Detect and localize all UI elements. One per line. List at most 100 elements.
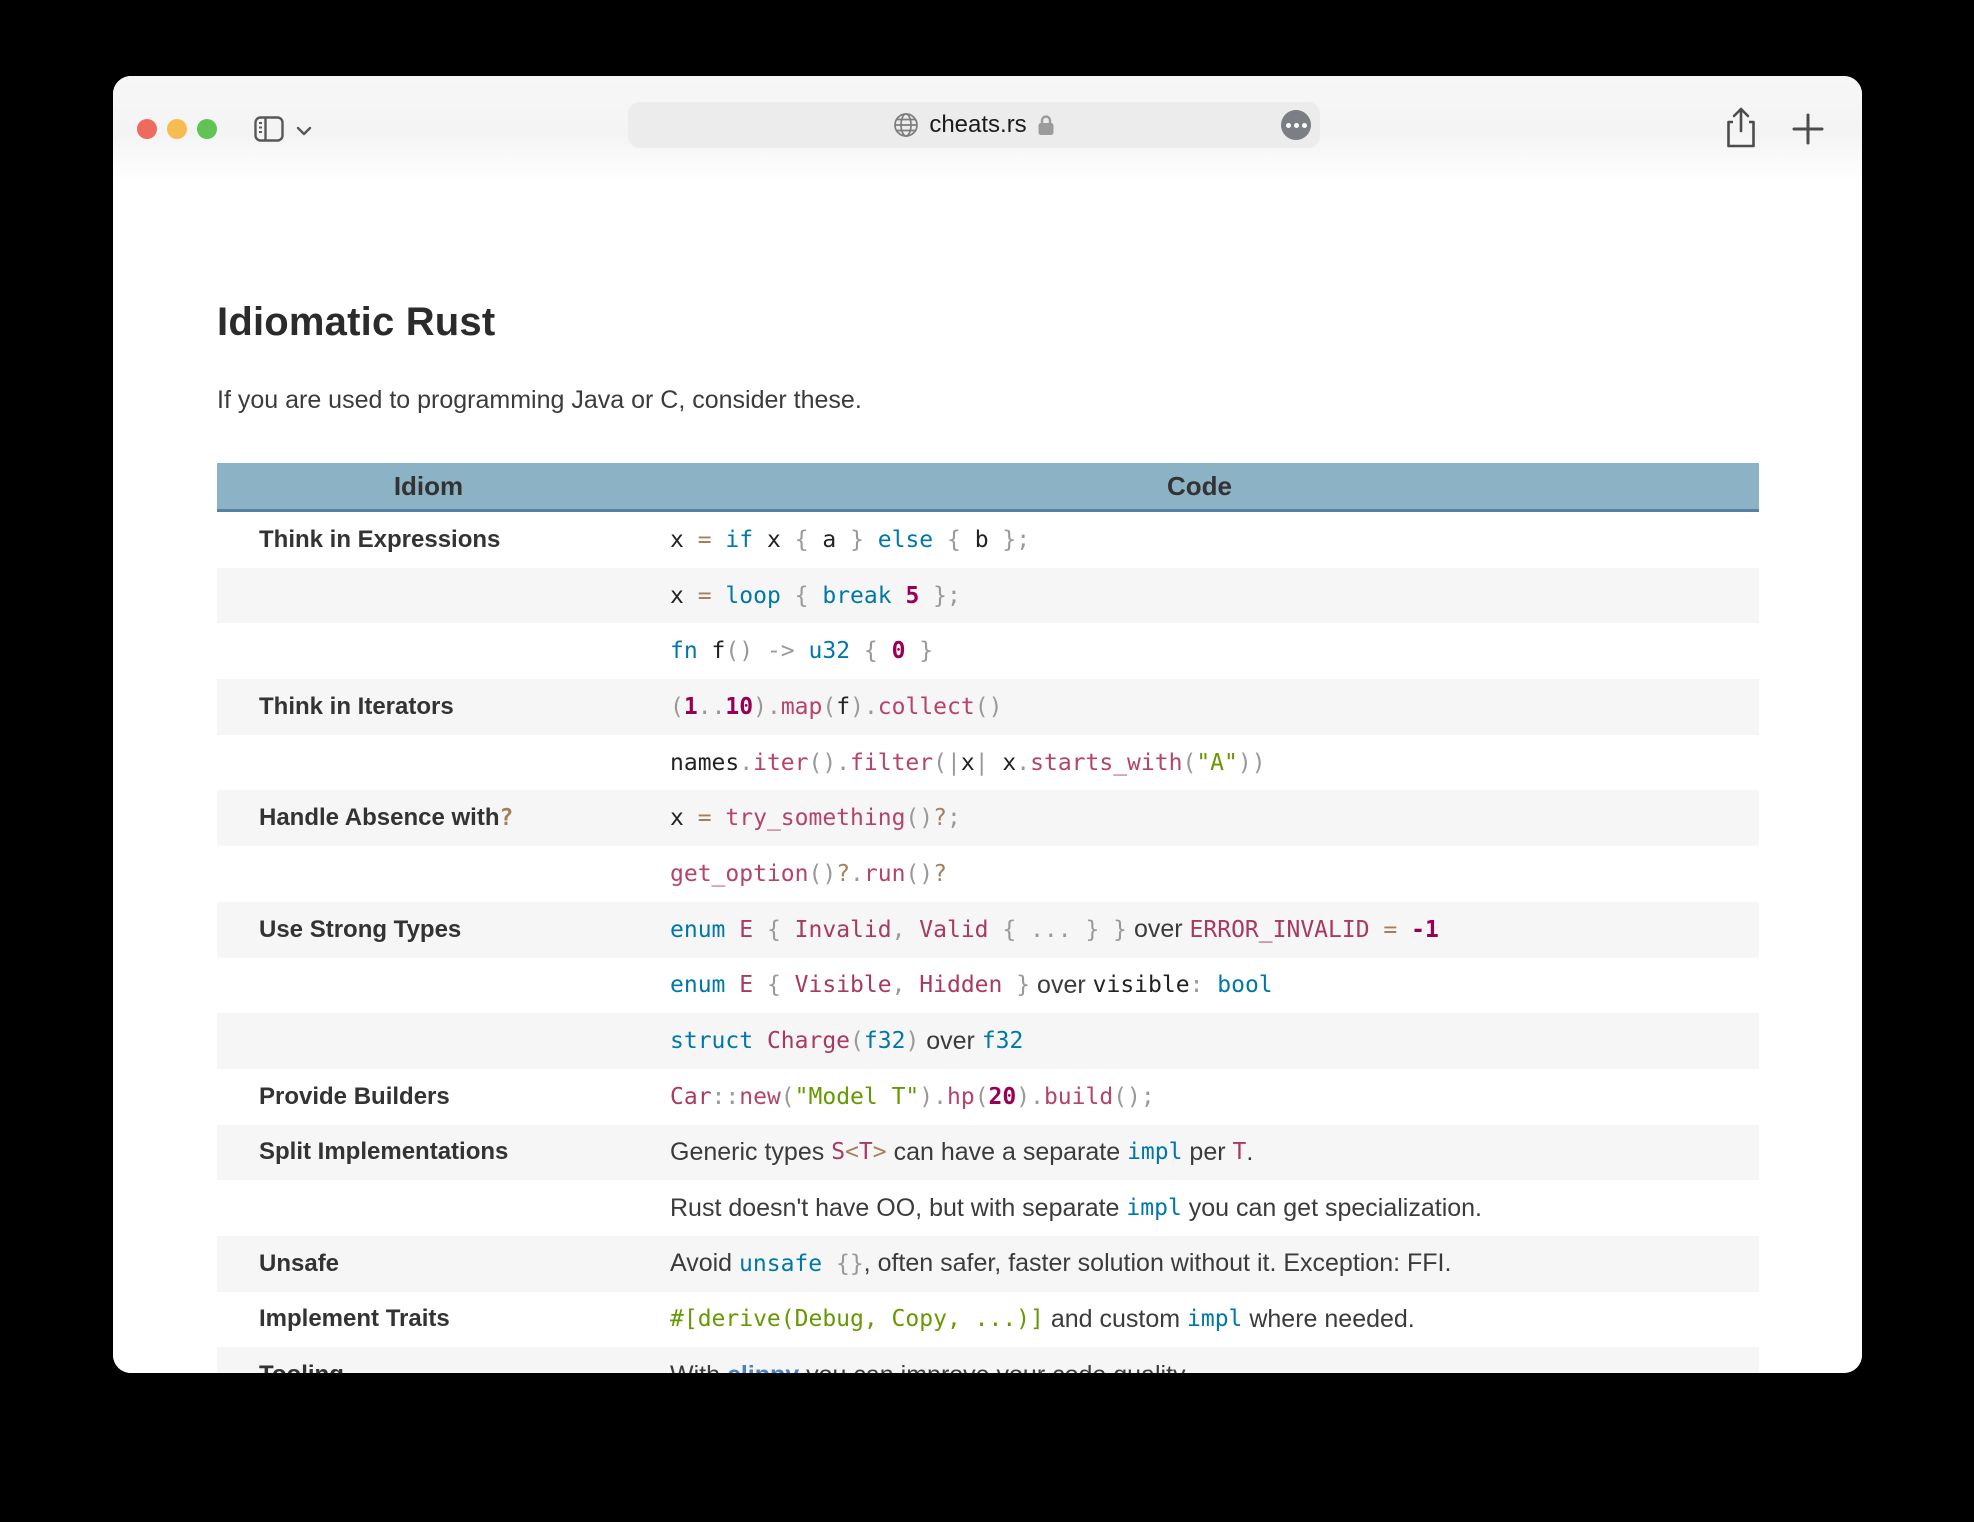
table-header-row: Idiom Code: [217, 463, 1759, 512]
code-token: over: [1127, 915, 1190, 944]
code-token: };: [933, 583, 961, 609]
code-token: Visible: [795, 972, 892, 998]
code-token: , often safer, faster solution without i…: [864, 1249, 1452, 1278]
code-token: break: [822, 583, 905, 609]
page-content: Idiomatic Rust If you are used to progra…: [113, 182, 1862, 1373]
code-token: Generic types: [670, 1138, 831, 1167]
code-token: build: [1044, 1084, 1113, 1110]
code-token: .: [1246, 1138, 1253, 1167]
code-token: ().: [809, 750, 851, 776]
code-token: <: [845, 1139, 859, 1165]
code-token: (): [905, 861, 933, 887]
code-token: 0: [892, 638, 920, 664]
code-token: S: [831, 1139, 845, 1165]
lock-icon: [1037, 114, 1055, 136]
code-token: enum: [670, 972, 739, 998]
code-token: {}: [836, 1251, 864, 1277]
code-token: #[derive(Debug, Copy, ...)]: [670, 1306, 1044, 1332]
new-tab-button[interactable]: [1791, 112, 1825, 151]
code-token: .: [850, 861, 864, 887]
code-token: visible: [1093, 972, 1190, 998]
code-token: x: [670, 527, 698, 553]
sidebar-menu-chevron[interactable]: [295, 124, 313, 142]
share-button[interactable]: [1721, 105, 1761, 156]
idiom-cell: Use Strong Types: [217, 902, 640, 958]
code-token: ).: [753, 694, 781, 720]
code-cell: Avoid unsafe {}, often safer, faster sol…: [640, 1236, 1759, 1292]
table-row: fn f() -> u32 { 0 }: [217, 623, 1759, 679]
table-row: enum E { Visible, Hidden } over visible:…: [217, 958, 1759, 1014]
code-token: ,: [892, 917, 920, 943]
code-token: {: [795, 583, 823, 609]
code-token: Handle Absence with: [259, 804, 500, 832]
code-token: :: [1190, 972, 1218, 998]
code-token: ).: [919, 1084, 947, 1110]
close-window-button[interactable]: [137, 119, 157, 139]
code-token: }: [850, 527, 878, 553]
page-settings-button[interactable]: [1281, 110, 1311, 140]
code-token: a: [822, 527, 850, 553]
code-token: impl: [1187, 1306, 1242, 1332]
code-token: over: [919, 1027, 982, 1056]
code-token: Think in Iterators: [259, 693, 454, 721]
code-token: =: [698, 527, 726, 553]
code-token: .: [739, 750, 753, 776]
idiom-cell: Think in Expressions: [217, 512, 640, 568]
code-token: filter: [850, 750, 933, 776]
minimize-window-button[interactable]: [167, 119, 187, 139]
sidebar-toggle-button[interactable]: [253, 113, 285, 150]
code-token: loop: [725, 583, 794, 609]
code-token: ->: [767, 638, 809, 664]
code-token: starts_with: [1030, 750, 1182, 776]
code-token: { ... } }: [1002, 917, 1127, 943]
sidebar-icon: [253, 113, 285, 145]
code-token: "Model T": [795, 1084, 920, 1110]
code-token: Avoid: [670, 1249, 739, 1278]
code-token: ).: [850, 694, 878, 720]
code-token: x: [961, 750, 975, 776]
idiom-cell: [217, 623, 640, 679]
code-token: Provide Builders: [259, 1083, 450, 1111]
browser-window: cheats.rs: [113, 76, 1862, 1373]
code-token: With: [670, 1361, 727, 1373]
code-token: impl: [1126, 1195, 1181, 1221]
inline-link[interactable]: clippy: [727, 1361, 799, 1373]
code-token: T: [859, 1139, 873, 1165]
code-token: per: [1182, 1138, 1232, 1167]
code-token: run: [864, 861, 906, 887]
idiom-cell: [217, 568, 640, 624]
plus-icon: [1791, 112, 1825, 146]
table-row: Split ImplementationsGeneric types S<T> …: [217, 1125, 1759, 1181]
code-cell: names.iter().filter(|x| x.starts_with("A…: [640, 735, 1759, 791]
idiom-cell: Think in Iterators: [217, 679, 640, 735]
code-token: -1: [1411, 917, 1439, 943]
code-token: (|: [933, 750, 961, 776]
code-cell: struct Charge(f32) over f32: [640, 1013, 1759, 1069]
ellipsis-icon: [1286, 123, 1291, 128]
table-row: get_option()?.run()?: [217, 846, 1759, 902]
code-token: Tooling: [259, 1361, 344, 1373]
code-token: (: [670, 694, 684, 720]
address-bar[interactable]: cheats.rs: [628, 102, 1320, 148]
code-token: bool: [1217, 972, 1272, 998]
idiom-cell: Handle Absence with ?: [217, 790, 640, 846]
code-token: enum: [670, 917, 739, 943]
code-cell: enum E { Invalid, Valid { ... } } over E…: [640, 902, 1759, 958]
code-token: =: [1383, 917, 1411, 943]
zoom-window-button[interactable]: [197, 119, 217, 139]
code-token: you can get specialization.: [1182, 1194, 1482, 1223]
idiom-cell: Split Implementations: [217, 1125, 640, 1181]
code-token: =: [698, 805, 726, 831]
screenshot-canvas: cheats.rs: [0, 0, 1974, 1522]
code-token: {: [864, 638, 892, 664]
code-token: (): [905, 805, 933, 831]
page-subtitle: If you are used to programming Java or C…: [217, 386, 862, 415]
code-token: 20: [989, 1084, 1017, 1110]
code-token: |: [975, 750, 1003, 776]
code-token: ).: [1016, 1084, 1044, 1110]
code-token: (: [1182, 750, 1196, 776]
code-cell: (1..10).map(f).collect(): [640, 679, 1759, 735]
code-token: }: [1016, 972, 1030, 998]
code-cell: Car::new("Model T").hp(20).build();: [640, 1069, 1759, 1125]
code-token: (: [822, 694, 836, 720]
